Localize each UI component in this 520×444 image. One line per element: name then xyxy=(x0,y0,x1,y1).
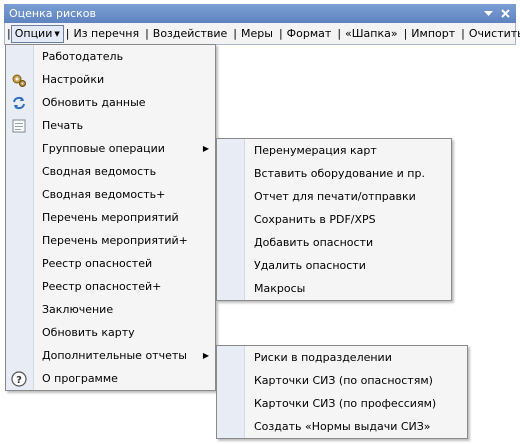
submenu-item-label: Сохранить в PDF/XPS xyxy=(254,213,376,226)
menu-item-refresh-data[interactable]: Обновить данные xyxy=(6,91,215,114)
menu-item-about[interactable]: ? О программе xyxy=(6,367,215,390)
chevron-down-icon: ▼ xyxy=(54,29,60,38)
refresh-icon xyxy=(11,95,27,111)
menu-item-label: Дополнительные отчеты xyxy=(42,349,187,362)
menu-item-label: Реестр опасностей+ xyxy=(42,280,162,293)
menu-item-conclusion[interactable]: Заключение xyxy=(6,298,215,321)
submenu-item-label: Карточки СИЗ (по опасностям) xyxy=(254,374,433,387)
submenu-item-renumber-cards[interactable]: Перенумерация карт xyxy=(217,139,451,162)
submenu-item-save-pdf[interactable]: Сохранить в PDF/XPS xyxy=(217,208,451,231)
submenu-item-label: Карточки СИЗ (по профессиям) xyxy=(254,397,437,410)
submenu-item-macros[interactable]: Макросы xyxy=(217,277,451,300)
menu-item-print[interactable]: Печать xyxy=(6,114,215,137)
menu-item-summary[interactable]: Сводная ведомость xyxy=(6,160,215,183)
menu-item-label: Работодатель xyxy=(42,50,124,63)
submenu-item-label: Вставить оборудование и пр. xyxy=(254,167,425,180)
options-menu: Работодатель Настройки Обновить данные П… xyxy=(5,44,216,391)
menu-item-label: О программе xyxy=(42,372,118,385)
window-title: Оценка рисков xyxy=(9,7,97,20)
print-icon xyxy=(11,118,27,134)
menu-item-label: Перечень мероприятий+ xyxy=(42,234,188,247)
submenu-item-ppe-cards-hazards[interactable]: Карточки СИЗ (по опасностям) xyxy=(217,369,467,392)
submenu-item-label: Создать «Нормы выдачи СИЗ» xyxy=(254,420,431,433)
window-titlebar: Оценка рисков xyxy=(4,4,516,23)
submenu-item-department-risks[interactable]: Риски в подразделении xyxy=(217,346,467,369)
menu-item-label: Перечень мероприятий xyxy=(42,211,179,224)
menu-item-label: Печать xyxy=(42,119,84,132)
submenu-item-label: Перенумерация карт xyxy=(254,144,377,157)
menu-item-measures-list-plus[interactable]: Перечень мероприятий+ xyxy=(6,229,215,252)
toolbar-clear-button[interactable]: Очистить xyxy=(465,25,520,43)
additional-reports-submenu: Риски в подразделении Карточки СИЗ (по о… xyxy=(216,345,468,439)
submenu-item-label: Отчет для печати/отправки xyxy=(254,190,416,203)
svg-text:?: ? xyxy=(16,375,22,386)
toolbar-format-button[interactable]: Формат xyxy=(283,25,336,43)
submenu-item-label: Добавить опасности xyxy=(254,236,374,249)
group-operations-submenu: Перенумерация карт Вставить оборудование… xyxy=(216,138,452,301)
toolbar-import-button[interactable]: Импорт xyxy=(407,25,459,43)
toolbar-header-button[interactable]: «Шапка» xyxy=(341,25,402,43)
menu-item-label: Заключение xyxy=(42,303,114,316)
toolbar-impact-button[interactable]: Воздействие xyxy=(149,25,232,43)
submenu-item-ppe-cards-professions[interactable]: Карточки СИЗ (по профессиям) xyxy=(217,392,467,415)
toolbar-measures-button[interactable]: Меры xyxy=(237,25,277,43)
menu-item-group-operations[interactable]: Групповые операции ▶ xyxy=(6,137,215,160)
menu-item-label: Сводная ведомость xyxy=(42,165,157,178)
menu-item-refresh-card[interactable]: Обновить карту xyxy=(6,321,215,344)
menu-item-employer[interactable]: Работодатель xyxy=(6,45,215,68)
help-icon: ? xyxy=(11,371,27,387)
submenu-item-add-hazards[interactable]: Добавить опасности xyxy=(217,231,451,254)
menu-item-label: Настройки xyxy=(42,73,105,86)
menu-item-measures-list[interactable]: Перечень мероприятий xyxy=(6,206,215,229)
menu-item-label: Обновить карту xyxy=(42,326,135,339)
submenu-item-create-ppe-norms[interactable]: Создать «Нормы выдачи СИЗ» xyxy=(217,415,467,438)
menu-item-summary-plus[interactable]: Сводная ведомость+ xyxy=(6,183,215,206)
submenu-item-insert-equipment[interactable]: Вставить оборудование и пр. xyxy=(217,162,451,185)
submenu-item-label: Риски в подразделении xyxy=(254,351,392,364)
toolbar-options-button[interactable]: Опции ▼ xyxy=(10,24,64,43)
toolbar-from-list-button[interactable]: Из перечня xyxy=(69,25,143,43)
menu-item-label: Групповые операции xyxy=(42,142,165,155)
menu-item-hazard-registry-plus[interactable]: Реестр опасностей+ xyxy=(6,275,215,298)
menu-item-label: Сводная ведомость+ xyxy=(42,188,166,201)
menu-item-hazard-registry[interactable]: Реестр опасностей xyxy=(6,252,215,275)
submenu-item-label: Удалить опасности xyxy=(254,259,366,272)
gear-icon xyxy=(11,72,27,88)
dropdown-arrow-icon[interactable] xyxy=(483,8,494,19)
submenu-item-print-report[interactable]: Отчет для печати/отправки xyxy=(217,185,451,208)
close-icon[interactable] xyxy=(500,8,511,19)
toolbar-options-label: Опции xyxy=(14,26,53,40)
toolbar: | Опции ▼ | Из перечня | Воздействие | Ме… xyxy=(4,23,520,45)
submenu-arrow-icon: ▶ xyxy=(202,351,209,360)
menu-item-settings[interactable]: Настройки xyxy=(6,68,215,91)
menu-item-label: Реестр опасностей xyxy=(42,257,153,270)
submenu-item-label: Макросы xyxy=(254,282,306,295)
menu-item-additional-reports[interactable]: Дополнительные отчеты ▶ xyxy=(6,344,215,367)
submenu-item-delete-hazards[interactable]: Удалить опасности xyxy=(217,254,451,277)
submenu-arrow-icon: ▶ xyxy=(202,144,209,153)
menu-item-label: Обновить данные xyxy=(42,96,146,109)
